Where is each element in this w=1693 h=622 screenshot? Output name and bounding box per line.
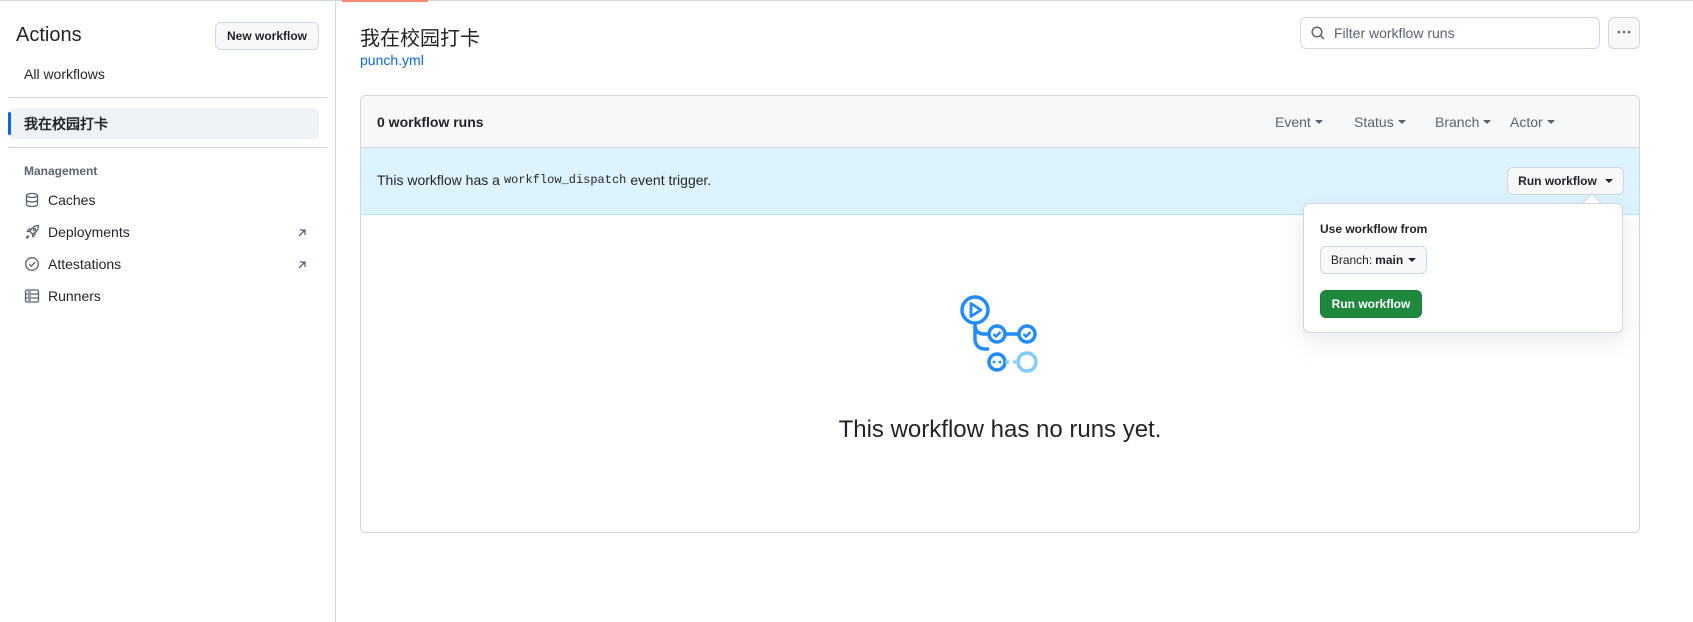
event-filter-menu[interactable]: Event [1275, 114, 1323, 130]
filter-label: Actor [1510, 114, 1543, 130]
sidebar-item-label: Caches [48, 192, 96, 208]
run-workflow-popover: Use workflow from Branch: main Run workfl… [1303, 203, 1623, 333]
empty-state-message: This workflow has no runs yet. [838, 416, 1162, 443]
status-filter-menu[interactable]: Status [1354, 114, 1406, 130]
sidebar-item-label: Runners [48, 288, 101, 304]
caret-down-icon [1546, 120, 1555, 124]
rocket-icon [24, 224, 40, 240]
dispatch-code: workflow_dispatch [503, 173, 627, 187]
filter-runs-field[interactable] [1300, 17, 1600, 49]
sidebar-item-caches[interactable]: Caches [24, 190, 95, 210]
run-workflow-submit-button[interactable]: Run workflow [1320, 290, 1422, 318]
sidebar-item-deployments[interactable]: Deployments [24, 222, 130, 242]
sidebar-item-label: Deployments [48, 224, 130, 240]
filter-runs-input[interactable] [1334, 25, 1594, 41]
runs-header: 0 workflow runs Event Status Branch Acto… [361, 96, 1639, 148]
dispatch-text: This workflow has a [377, 172, 500, 188]
search-icon [1310, 25, 1326, 41]
filter-label: Branch [1435, 114, 1480, 130]
caret-down-icon [1604, 179, 1613, 183]
run-workflow-label: Run workflow [1518, 174, 1597, 188]
sidebar-item-all-workflows[interactable]: All workflows [24, 66, 105, 82]
active-indicator [8, 112, 11, 135]
dispatch-text: event trigger. [630, 172, 712, 188]
filter-label: Event [1275, 114, 1311, 130]
caret-down-icon [1314, 120, 1323, 124]
branch-filter-menu[interactable]: Branch [1435, 114, 1492, 130]
run-workflow-dropdown-button[interactable]: Run workflow [1507, 167, 1624, 195]
filter-label: Status [1354, 114, 1394, 130]
external-link-icon [296, 226, 308, 238]
workflow-file-link[interactable]: punch.yml [360, 52, 424, 68]
branch-prefix: Branch: [1330, 253, 1373, 267]
new-workflow-button[interactable]: New workflow [215, 22, 319, 50]
caret-down-icon [1483, 120, 1492, 124]
sidebar-divider [8, 97, 327, 98]
server-icon [24, 288, 40, 304]
branch-select-button[interactable]: Branch: main [1320, 246, 1427, 274]
check-circle-icon [24, 256, 40, 272]
caret-down-icon [1397, 120, 1406, 124]
use-workflow-from-label: Use workflow from [1320, 222, 1428, 236]
actor-filter-menu[interactable]: Actor [1510, 114, 1555, 130]
page-title: 我在校园打卡 [360, 28, 480, 50]
management-section-label: Management [24, 164, 98, 178]
tab-underline-accent [342, 0, 428, 2]
sidebar-divider [8, 147, 327, 148]
more-options-button[interactable] [1608, 17, 1640, 49]
caret-down-icon [1408, 258, 1417, 262]
workflow-runs-count: 0 workflow runs [377, 114, 484, 130]
sidebar-item-attestations[interactable]: Attestations [24, 254, 121, 274]
database-icon [24, 192, 40, 208]
sidebar-item-active-workflow-label: 我在校园打卡 [24, 116, 108, 132]
branch-value: main [1375, 253, 1404, 267]
sidebar: Actions New workflow All workflows 我在校园打… [0, 0, 336, 622]
sidebar-item-runners[interactable]: Runners [24, 286, 101, 306]
kebab-horizontal-icon [1616, 24, 1632, 43]
external-link-icon [296, 258, 308, 270]
dispatch-message: This workflow has a workflow_dispatch ev… [377, 172, 711, 188]
sidebar-title: Actions [16, 24, 82, 46]
sidebar-item-label: Attestations [48, 256, 122, 272]
workflow-graph-icon [959, 294, 1043, 374]
